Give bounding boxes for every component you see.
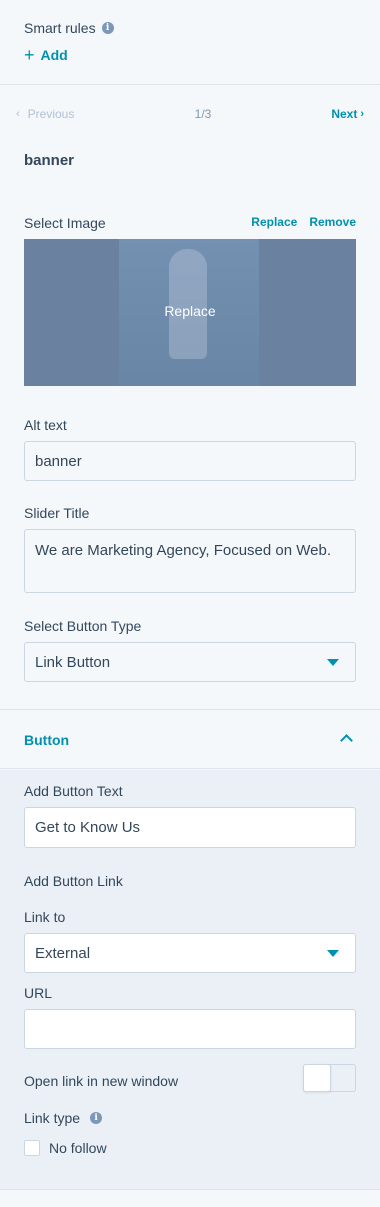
remove-image-link[interactable]: Remove bbox=[309, 215, 356, 229]
info-icon[interactable]: i bbox=[90, 1112, 103, 1124]
button-section-header[interactable]: Button bbox=[0, 711, 380, 769]
button-type-value: Link Button bbox=[35, 653, 111, 671]
next-button[interactable]: Next › bbox=[331, 107, 364, 121]
next-label: Next bbox=[331, 107, 358, 121]
new-window-toggle[interactable] bbox=[303, 1064, 356, 1092]
chevron-right-icon: › bbox=[360, 108, 364, 120]
add-smart-rule-button[interactable]: + Add bbox=[24, 46, 68, 64]
url-input[interactable] bbox=[24, 1009, 356, 1049]
button-link-heading: Add Button Link bbox=[24, 873, 123, 889]
no-follow-checkbox-row[interactable]: No follow bbox=[24, 1140, 107, 1156]
link-type-heading: Link type i bbox=[24, 1110, 103, 1126]
image-replace-overlay: Replace bbox=[164, 303, 216, 319]
info-icon[interactable]: i bbox=[101, 22, 114, 34]
no-follow-checkbox[interactable] bbox=[24, 1140, 40, 1156]
smart-rules-heading: Smart rules i bbox=[24, 20, 114, 36]
next-section-edge bbox=[0, 1191, 380, 1207]
link-to-label: Link to bbox=[24, 909, 66, 925]
slider-title-input[interactable]: We are Marketing Agency, Focused on Web. bbox=[24, 529, 356, 593]
select-image-label: Select Image bbox=[24, 215, 106, 231]
image-preview[interactable]: Replace bbox=[24, 239, 356, 386]
add-smart-rule-label: Add bbox=[40, 47, 68, 63]
new-window-label: Open link in new window bbox=[24, 1073, 179, 1089]
button-type-select[interactable]: Link Button bbox=[24, 642, 356, 682]
image-actions: Replace Remove bbox=[251, 215, 356, 229]
smart-rules-label: Smart rules bbox=[24, 20, 96, 36]
module-title: banner bbox=[24, 152, 75, 169]
button-text-label: Add Button Text bbox=[24, 783, 123, 799]
button-section-title: Button bbox=[24, 732, 70, 748]
no-follow-label: No follow bbox=[49, 1140, 107, 1156]
toggle-knob bbox=[303, 1064, 331, 1092]
slider-title-label: Slider Title bbox=[24, 505, 90, 521]
alt-text-input[interactable]: banner bbox=[24, 441, 356, 481]
link-type-label: Link type bbox=[24, 1110, 81, 1126]
button-text-input[interactable]: Get to Know Us bbox=[24, 807, 356, 848]
plus-icon: + bbox=[24, 45, 35, 65]
link-to-value: External bbox=[35, 944, 91, 962]
slide-editor-section: ‹ Previous 1/3 Next › banner Select Imag… bbox=[0, 86, 380, 710]
replace-image-link[interactable]: Replace bbox=[251, 215, 297, 229]
caret-down-icon bbox=[327, 950, 339, 957]
chevron-up-icon bbox=[340, 734, 353, 747]
slide-pager: ‹ Previous 1/3 Next › bbox=[0, 107, 380, 123]
page-count: 1/3 bbox=[194, 107, 212, 121]
link-to-select[interactable]: External bbox=[24, 933, 356, 973]
alt-text-label: Alt text bbox=[24, 417, 67, 433]
caret-down-icon bbox=[327, 659, 339, 666]
button-section-content: Add Button Text Get to Know Us Add Butto… bbox=[0, 770, 380, 1190]
url-label: URL bbox=[24, 985, 53, 1001]
button-type-label: Select Button Type bbox=[24, 618, 142, 634]
smart-rules-section: Smart rules i + Add bbox=[0, 0, 380, 85]
